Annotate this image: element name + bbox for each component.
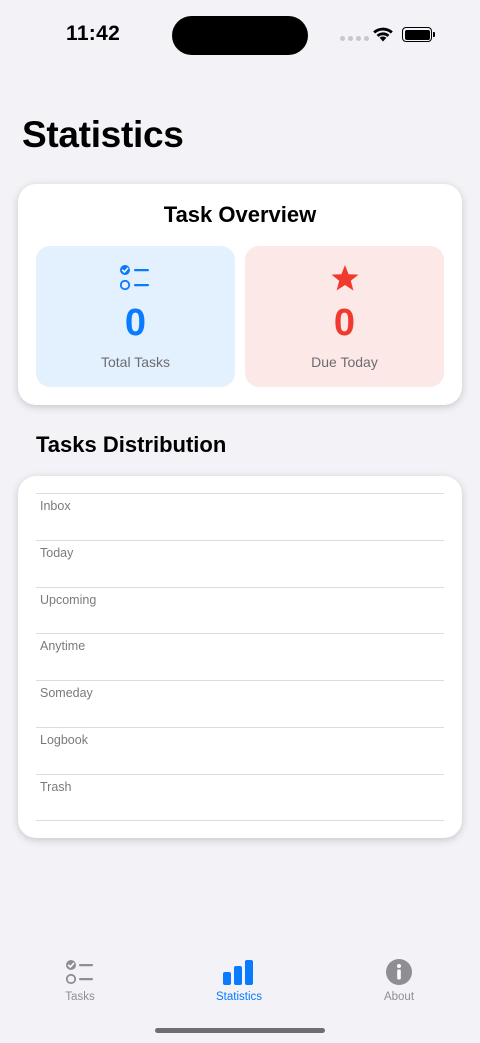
status-bar: 11:42 — [0, 0, 480, 70]
checklist-icon — [36, 264, 235, 292]
distribution-row-someday: Someday — [36, 680, 444, 727]
total-tasks-tile: 0 Total Tasks — [36, 246, 235, 387]
distribution-label: Upcoming — [40, 592, 97, 607]
overview-title: Task Overview — [163, 202, 317, 227]
tab-tasks-label: Tasks — [65, 991, 95, 1003]
dynamic-island — [172, 16, 308, 55]
distribution-heading: Tasks Distribution — [36, 432, 227, 457]
distribution-label: Someday — [40, 686, 93, 701]
task-overview-card: Task Overview 0 Total Tasks 0 Due Today — [18, 184, 462, 405]
due-today-tile: 0 Due Today — [245, 246, 444, 387]
distribution-label: Today — [40, 545, 74, 560]
cellular-signal-icon — [340, 36, 369, 41]
battery-icon — [402, 27, 432, 42]
status-time: 11:42 — [66, 22, 121, 45]
page-title: Statistics — [22, 114, 184, 155]
distribution-row-today: Today — [36, 539, 444, 587]
tab-about-label: About — [383, 991, 415, 1003]
total-tasks-label: Total Tasks — [101, 354, 170, 370]
distribution-row-logbook: Logbook — [36, 726, 444, 774]
distribution-label: Logbook — [40, 732, 88, 747]
wifi-icon — [373, 27, 393, 42]
distribution-label: Anytime — [40, 639, 86, 654]
due-today-count: 0 — [333, 302, 356, 344]
info-icon — [349, 958, 449, 986]
distribution-row-upcoming: Upcoming — [36, 586, 444, 634]
tab-statistics[interactable]: Statistics — [189, 950, 289, 1010]
bar-chart-icon — [189, 958, 289, 986]
distribution-label: Inbox — [40, 499, 71, 513]
due-today-label: Due Today — [311, 354, 378, 370]
star-icon — [245, 264, 444, 292]
distribution-card: Inbox Today Upcoming Anytime Someday Log… — [18, 476, 462, 838]
distribution-row-trash: Trash — [36, 773, 444, 821]
home-indicator[interactable] — [155, 1028, 325, 1033]
tab-about[interactable]: About — [349, 950, 449, 1010]
tab-tasks[interactable]: Tasks — [30, 950, 130, 1010]
distribution-row-inbox: Inbox — [36, 493, 444, 540]
total-tasks-count: 0 — [124, 302, 147, 344]
distribution-row-anytime: Anytime — [36, 633, 444, 680]
tab-statistics-label: Statistics — [215, 991, 262, 1003]
tab-bar: Tasks Statistics About — [0, 950, 480, 1010]
distribution-label: Trash — [40, 779, 72, 794]
battery-cap — [433, 32, 435, 37]
checklist-icon — [30, 958, 130, 986]
distribution-list: Inbox Today Upcoming Anytime Someday Log… — [36, 493, 444, 821]
